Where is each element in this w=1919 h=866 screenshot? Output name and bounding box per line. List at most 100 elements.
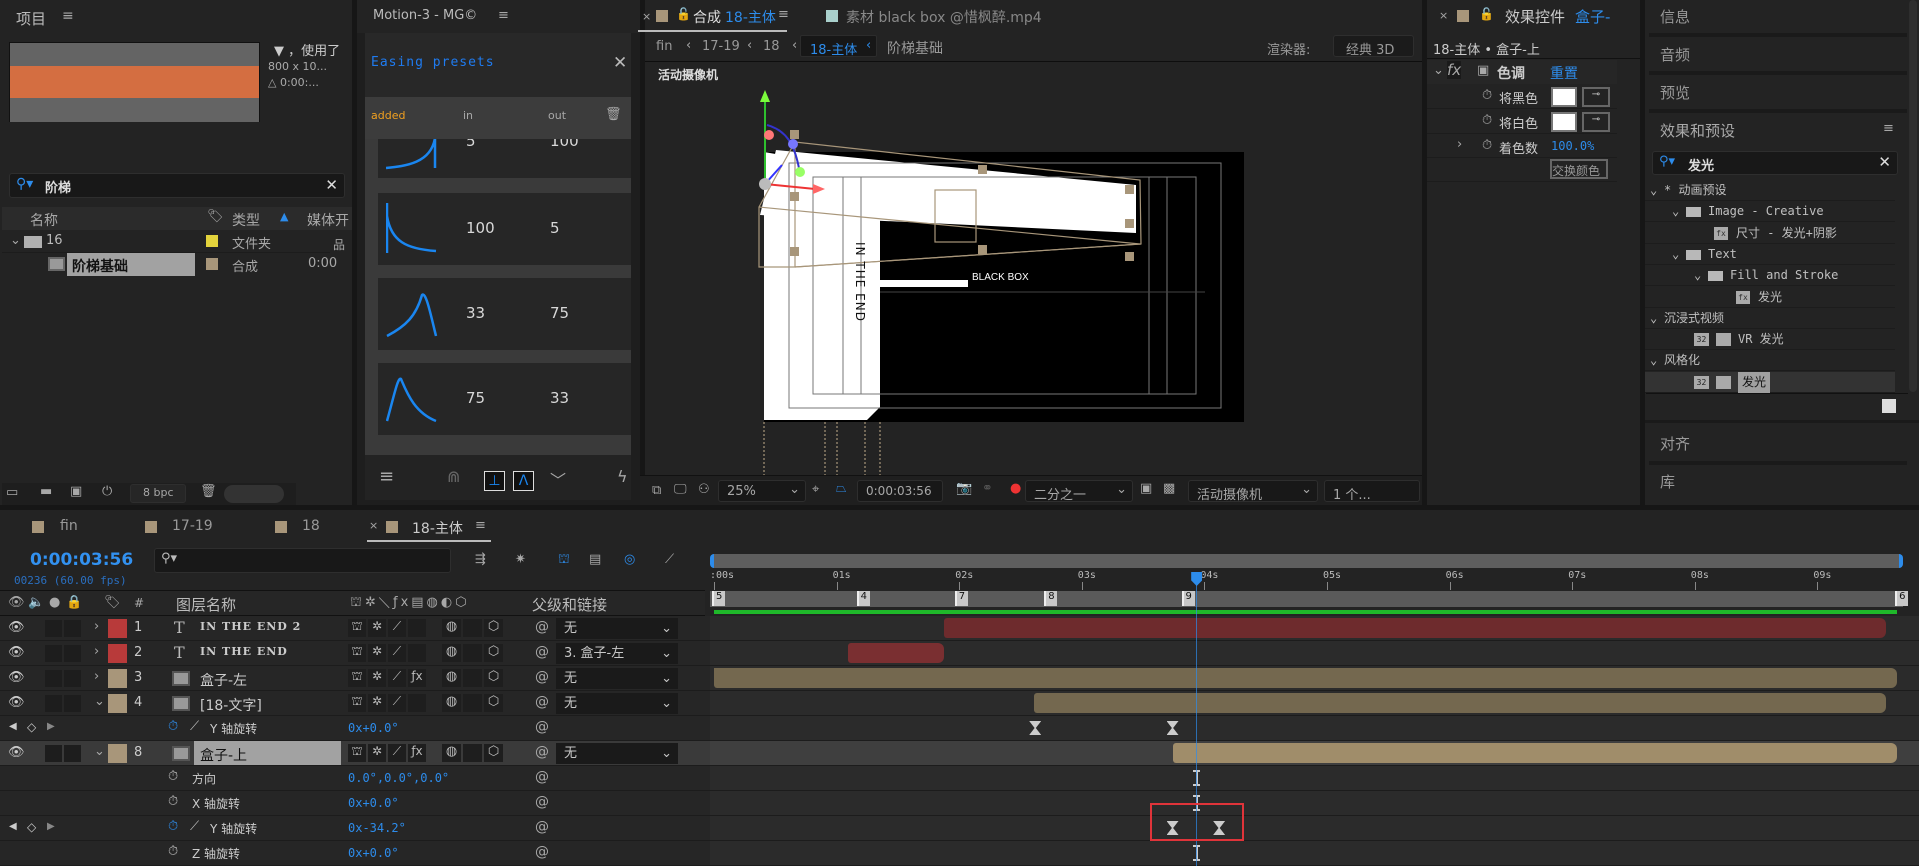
info-panel-tab[interactable]: 信息	[1660, 6, 1690, 27]
solo-toggle[interactable]	[45, 745, 62, 762]
shy-layers-icon[interactable]: ⛫	[558, 552, 570, 569]
timeline-tab[interactable]: 17-19	[145, 516, 225, 540]
ease-curve-button[interactable]: Λ	[513, 471, 534, 491]
effects-search-input[interactable]: ⚲▾ 发光 ✕	[1652, 151, 1898, 175]
region-of-interest-icon[interactable]: ⏢	[836, 481, 846, 496]
new-preset-icon[interactable]	[1882, 399, 1896, 413]
preview-panel-tab[interactable]: 预览	[1660, 82, 1690, 103]
breadcrumb-item[interactable]: 阶梯基础	[887, 38, 943, 58]
lock-icon[interactable]: 🔓	[676, 7, 691, 21]
safe-zones-icon[interactable]: ⌖	[812, 482, 819, 497]
effects-tree-item[interactable]: ⌄ Text	[1645, 244, 1895, 265]
next-keyframe-icon[interactable]: ▶	[47, 821, 55, 832]
ease-linear-button[interactable]: ⊥	[484, 471, 505, 491]
fx-toggle-icon[interactable]: fx	[1447, 61, 1462, 79]
work-area-bar[interactable]	[710, 554, 1903, 568]
visibility-eye-icon[interactable]: 👁	[8, 645, 25, 660]
column-name[interactable]: 名称	[30, 210, 58, 230]
label-color[interactable]	[108, 669, 127, 688]
chevron-right-icon[interactable]: ›	[94, 669, 99, 684]
add-keyframe-icon[interactable]: ◇	[27, 720, 36, 734]
monitor-icon[interactable]: 🖵	[674, 482, 687, 497]
label-color[interactable]	[108, 694, 127, 713]
delete-icon[interactable]: 🗑	[200, 484, 217, 499]
camera-dropdown[interactable]: 活动摄像机 ⌄	[1188, 480, 1318, 503]
layer-name-column[interactable]: 图层名称	[176, 594, 236, 615]
panel-menu-icon[interactable]: ≡	[498, 8, 509, 23]
visibility-eye-icon[interactable]: 👁	[8, 670, 25, 685]
frame-blending-icon[interactable]: ▤	[589, 552, 601, 567]
project-item-folder[interactable]: ⌄ 16 文件夹	[2, 230, 330, 253]
chevron-down-icon[interactable]: ⌄	[94, 744, 105, 759]
layer-row[interactable]: 👁 › 2 T IN THE END ⛫ ✲ ⟋ ◍ ⬡ @3. 盒子-左 ⌄	[0, 641, 1919, 666]
layer-duration-bar[interactable]	[1033, 693, 1887, 713]
layer-name[interactable]: [18-文字]	[200, 695, 262, 715]
stopwatch-icon[interactable]: ⏱	[1482, 88, 1492, 103]
panel-menu-icon[interactable]: ≡	[778, 7, 789, 22]
pickwhip-icon[interactable]: @	[535, 819, 549, 835]
shy-switch[interactable]: ⛫	[348, 619, 366, 637]
property-row[interactable]: ⏱ Z 轴旋转 0x+0.0° @	[0, 841, 1919, 866]
layer-duration-bar[interactable]	[714, 668, 1898, 688]
composition-flowchart-icon[interactable]: ⇶	[475, 552, 486, 567]
chevron-down-icon[interactable]: ⌄	[1650, 180, 1657, 201]
effects-tree-item[interactable]: fx 尺寸 - 发光+阴影	[1645, 223, 1895, 244]
timeline-tab[interactable]: fin	[28, 516, 108, 540]
property-row[interactable]: ⏱ 方向 0.0°,0.0°,0.0° @	[0, 766, 1919, 791]
scrollbar[interactable]	[1909, 0, 1917, 392]
layer-search-input[interactable]: ⚲▾	[154, 548, 451, 573]
stopwatch-icon[interactable]: ⏱	[168, 844, 178, 859]
preset-card[interactable]: 75 33	[378, 363, 631, 435]
quality-switch[interactable]: ⟋	[388, 694, 406, 712]
stopwatch-icon[interactable]: ⏱	[168, 794, 178, 809]
draft-3d-icon[interactable]: ✷	[515, 552, 526, 567]
project-item-composition[interactable]: 阶梯基础 合成 0:00	[2, 253, 337, 276]
property-row[interactable]: ◀ ◇ ▶ ⏱ ⟋ Y 轴旋转 0x+0.0° @	[0, 716, 1919, 741]
preset-card[interactable]: 33 75	[378, 278, 631, 350]
chevron-down-icon[interactable]: ﹀	[550, 467, 566, 491]
effects-tree-item[interactable]: fx 发光	[1645, 287, 1895, 308]
quality-switch[interactable]: ⟋	[388, 744, 406, 762]
visibility-eye-icon[interactable]: 👁	[8, 695, 25, 710]
comp-marker[interactable]: 5	[712, 591, 725, 606]
time-ruler[interactable]: :00s 01s 02s 03s 04s 05s 06s 07s 08s 09s 5 4 7 8 9 6	[705, 546, 1919, 616]
render-icon[interactable]: ⏻	[102, 484, 112, 499]
fast-preview-icon[interactable]: ▣	[1140, 481, 1152, 496]
chevron-down-icon[interactable]: ⌄	[1650, 308, 1657, 329]
motion-blur-switch[interactable]: ◍	[442, 669, 461, 687]
effects-tree-item[interactable]: ⌄ 沉浸式视频	[1645, 308, 1895, 329]
collapse-switch[interactable]: ✲	[368, 644, 386, 662]
views-dropdown[interactable]: 1 个...	[1324, 480, 1420, 503]
parent-dropdown[interactable]: 3. 盒子-左 ⌄	[556, 643, 678, 664]
mask-icon[interactable]: ⚇	[698, 482, 710, 497]
solo-toggle[interactable]	[45, 695, 62, 712]
trash-icon[interactable]: 🗑	[605, 107, 622, 122]
next-keyframe-icon[interactable]: ▶	[47, 721, 55, 732]
layer-row[interactable]: 👁 ⌄ 8 盒子-上 ⛫ ✲ ⟋ ƒx ◍ ⬡ @ 无 ⌄	[0, 741, 1919, 766]
color-swatch[interactable]	[1551, 87, 1577, 107]
resolution-dropdown[interactable]: 二分之一 ⌄	[1025, 480, 1133, 503]
collapse-switch[interactable]: ✲	[368, 669, 386, 687]
parent-dropdown[interactable]: 无 ⌄	[556, 618, 678, 639]
renderer-button[interactable]: 经典 3D	[1333, 35, 1414, 58]
property-value[interactable]: 0x-34.2°	[348, 821, 406, 835]
motion-blur-switch[interactable]: ◍	[442, 694, 461, 712]
comp-marker[interactable]: 9	[1181, 591, 1195, 606]
quality-switch[interactable]: ⟋	[388, 644, 406, 662]
comp-viewer[interactable]: 活动摄像机 IN THE END BLACK BOX	[645, 62, 1422, 475]
effect-row-tint[interactable]: ⌄ fx ▣ 色调 重置	[1427, 60, 1617, 84]
effects-tree-item[interactable]: ⌄ 风格化	[1645, 350, 1895, 372]
chevron-down-icon[interactable]: ⌄	[1672, 201, 1679, 222]
effects-switch[interactable]	[408, 644, 426, 662]
chevron-down-icon[interactable]: ⌄	[10, 233, 21, 248]
motion-blur-switch[interactable]: ◍	[442, 644, 461, 662]
flowchart-icon[interactable]: 品	[333, 236, 345, 253]
effects-tree-item[interactable]: ⌄ * 动画预设	[1645, 180, 1895, 201]
zoom-dropdown[interactable]: 25% ⌄	[718, 480, 806, 502]
chevron-down-icon[interactable]: ⌄	[1672, 244, 1679, 265]
pickwhip-icon[interactable]: @	[535, 844, 549, 860]
effects-switch[interactable]	[408, 694, 426, 712]
amount-value[interactable]: 100.0%	[1551, 139, 1594, 153]
stopwatch-icon[interactable]: ⏱	[168, 719, 178, 734]
lightning-icon[interactable]: ϟ	[617, 467, 628, 486]
